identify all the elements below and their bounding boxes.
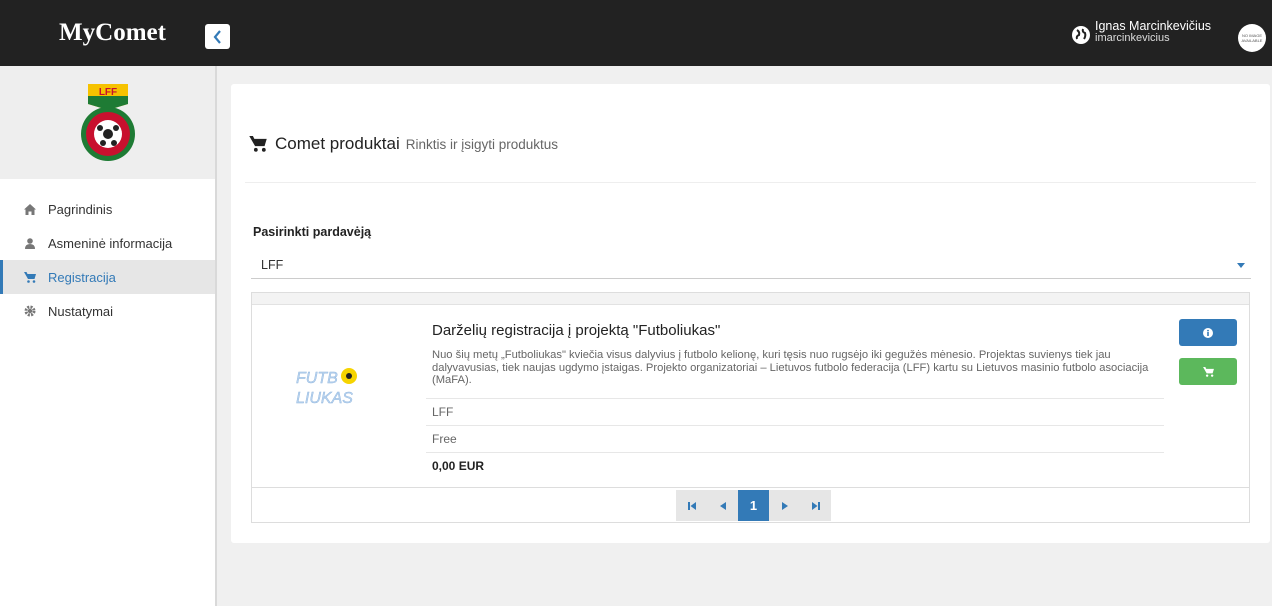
product-description: Nuo šių metų „Futboliukas" kviečia visus…: [432, 349, 1149, 386]
product-logo-line2: LIUKAS: [296, 390, 353, 407]
first-page-icon: [687, 501, 696, 510]
chevron-left-icon: [213, 29, 221, 44]
vendor-select[interactable]: LFF: [251, 255, 1251, 279]
sidebar-item-label: Asmeninė informacija: [48, 235, 173, 251]
lff-logo: LFF: [80, 83, 135, 161]
info-icon: [1203, 327, 1213, 338]
gear-icon: [24, 305, 36, 317]
page-header: Comet produktai Rinktis ir įsigyti produ…: [249, 134, 558, 154]
sidebar-item-label: Nustatymai: [48, 303, 114, 319]
divider: [426, 398, 1164, 399]
user-name: Ignas Marcinkevičius: [1095, 19, 1212, 33]
logo-area: LFF: [0, 66, 215, 179]
cart-icon: [1202, 366, 1214, 377]
sidebar-nav: Pagrindinis Asmeninė informacija Registr…: [0, 192, 215, 328]
sidebar-item-label: Registracija: [48, 269, 116, 285]
product-logo-line1: FUTB: [296, 370, 338, 387]
sidebar-item-pagrindinis[interactable]: Pagrindinis: [0, 192, 215, 226]
chevron-down-icon: [1237, 263, 1245, 268]
sidebar-item-registracija[interactable]: Registracija: [0, 260, 215, 294]
sidebar-item-asmenine-informacija[interactable]: Asmeninė informacija: [0, 226, 215, 260]
user-info[interactable]: Ignas Marcinkevičius imarcinkevicius: [1095, 20, 1211, 44]
home-icon: [24, 203, 36, 215]
logo-text: LFF: [98, 87, 116, 98]
grid-header: [252, 293, 1249, 305]
divider: [426, 425, 1164, 426]
app-brand[interactable]: MyComet: [8, 0, 217, 66]
last-page-icon: [811, 501, 820, 510]
product-type: Free: [432, 432, 457, 446]
product-vendor: LFF: [432, 405, 454, 419]
next-page-button[interactable]: [769, 490, 800, 521]
product-info-button[interactable]: [1179, 319, 1237, 346]
divider: [426, 452, 1164, 453]
product-grid: FUTB LIUKAS Darželių registracija į proj…: [251, 292, 1250, 523]
next-page-icon: [781, 501, 788, 510]
futboliukas-logo: FUTB LIUKAS: [296, 368, 357, 407]
sidebar: LFF Pagrindinis Asmeninė informacija Reg…: [0, 66, 217, 606]
user-icon: [24, 237, 36, 249]
pagination: 1: [676, 490, 831, 521]
vendor-selected-value: LFF: [261, 258, 284, 272]
user-username: imarcinkevicius: [1095, 32, 1170, 44]
avatar[interactable]: NO IMAGE AVAILABLE: [1238, 24, 1266, 52]
page-subtitle: Rinktis ir įsigyti produktus: [405, 136, 559, 152]
globe-icon[interactable]: [1072, 26, 1090, 44]
top-bar: MyComet Ignas Marcinkevičius imarcinkevi…: [0, 0, 1272, 66]
add-to-cart-button[interactable]: [1179, 358, 1237, 385]
sidebar-item-nustatymai[interactable]: Nustatymai: [0, 294, 215, 328]
first-page-button[interactable]: [676, 490, 707, 521]
header-divider: [245, 182, 1256, 183]
page-title: Comet produktai: [275, 134, 400, 153]
prev-page-icon: [719, 501, 726, 510]
prev-page-button[interactable]: [707, 490, 738, 521]
cart-icon: [249, 136, 267, 152]
cart-icon: [24, 271, 36, 283]
sidebar-item-label: Pagrindinis: [48, 201, 113, 217]
last-page-button[interactable]: [800, 490, 831, 521]
product-title[interactable]: Darželių registracija į projektą "Futbol…: [432, 322, 720, 339]
products-panel: Comet produktai Rinktis ir įsigyti produ…: [231, 84, 1270, 543]
pagination-bar: 1: [252, 487, 1249, 522]
page-number-button[interactable]: 1: [738, 490, 769, 521]
product-price: 0,00 EUR: [432, 459, 485, 473]
vendor-label: Pasirinkti pardavėją: [253, 225, 372, 239]
sidebar-collapse-button[interactable]: [205, 24, 230, 49]
